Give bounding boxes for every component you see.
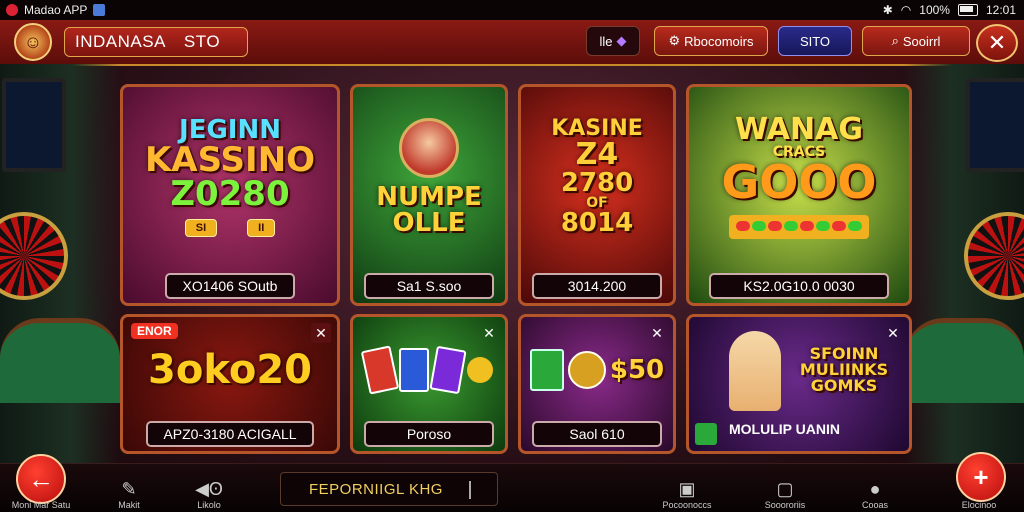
bottom-search-field[interactable]: FEPORNIIGL KHG — [280, 472, 498, 506]
card-2-line-1: NUMPE — [376, 182, 482, 212]
game-card-7[interactable]: ✕ $50 Saol 610 — [518, 314, 676, 454]
add-button[interactable]: + — [956, 452, 1006, 502]
flag-icon: ◀ʘ — [195, 479, 223, 499]
clock: 12:01 — [985, 3, 1016, 17]
bluetooth-icon: ✱ — [882, 3, 893, 17]
game-card-3[interactable]: KASINE Z4 2780 OF 8014 3014.200 — [518, 84, 676, 306]
slot-monitor-left — [2, 78, 66, 172]
character-avatar — [399, 118, 459, 178]
plus-icon: + — [973, 461, 989, 492]
bottom-search-value: FEPORNIIGL KHG — [309, 480, 443, 498]
chip-strip — [729, 215, 869, 239]
back-button[interactable]: ← — [16, 454, 66, 504]
game-card-6[interactable]: ✕ Poroso — [350, 314, 508, 454]
nav-item-1-label: Moni Mar Satu — [11, 500, 71, 510]
box-icon: ▢ — [776, 479, 794, 499]
card-1-label: XO1406 SOutb — [165, 273, 295, 299]
playing-card-icon — [429, 345, 467, 395]
casino-table-left — [0, 318, 120, 403]
nav-item-5-label: Sooororiis — [764, 500, 806, 510]
battery-icon — [957, 4, 978, 16]
search-button-label: Sooirrl — [902, 33, 941, 49]
battery-percent: 100% — [919, 3, 950, 17]
game-card-5[interactable]: ENOR ✕ 3oko20 APZ0-3180 ACIGALL — [120, 314, 340, 454]
app-title-suffix: STO — [183, 32, 221, 51]
coin-icon — [567, 351, 606, 389]
nav-item-3[interactable]: ◀ʘ Likolo — [174, 478, 244, 510]
card-8-line-3: GOMKS — [810, 376, 878, 395]
character-portrait — [729, 331, 781, 411]
close-icon: ✕ — [987, 30, 1007, 55]
card-8-label: MOLULIP UANIN — [729, 421, 840, 437]
search-icon: ⌕ — [891, 33, 899, 48]
status-bar: Madao APP ✱ ◠ 100% 12:01 — [0, 0, 1024, 20]
nav-item-2[interactable]: ✎ Makit — [94, 478, 164, 510]
arrow-left-icon: ← — [28, 463, 54, 494]
casino-table-right — [904, 318, 1024, 403]
app-title: INDANASA — [75, 32, 166, 51]
nav-item-5[interactable]: ▢ Sooororiis — [750, 478, 820, 510]
nav-item-7-label: Elocinoo — [961, 500, 997, 510]
header-button-1[interactable]: lle ◆ — [586, 26, 640, 56]
nav-item-6[interactable]: ● Cooas — [840, 478, 910, 510]
game-card-4[interactable]: WANAG CRACS GOOO KS2.0G10.0 0030 — [686, 84, 912, 306]
header-button-2[interactable]: ⚙ Rbocomoirs — [654, 26, 768, 56]
card-1-pill-2: II — [247, 219, 276, 237]
card-2-line-2: OLLE — [392, 208, 466, 238]
card-4-label: KS2.0G10.0 0030 — [709, 273, 889, 299]
header-button-3-label: SITO — [799, 33, 831, 49]
card-7-line-1: $50 — [609, 355, 665, 385]
status-app-name: Madao APP — [24, 3, 88, 17]
card-7-art: $50 — [521, 317, 673, 423]
card-5-label: APZ0-3180 ACIGALL — [146, 421, 314, 447]
gear-icon: ⚙ — [668, 33, 681, 48]
bag-icon: ▣ — [678, 479, 696, 499]
game-card-2[interactable]: NUMPE OLLE Sa1 S.soo — [350, 84, 508, 306]
app-notification-icon — [6, 4, 18, 16]
search-button[interactable]: ⌕ Sooirrl — [862, 26, 970, 56]
bill-icon — [529, 349, 564, 391]
nav-item-4-label: Pocoonoccs — [662, 500, 712, 510]
header-button-1-label: lle — [599, 33, 613, 49]
app-title-box: INDANASA STO — [64, 27, 248, 57]
app-logo[interactable]: ☺ — [14, 23, 52, 61]
gem-icon — [695, 423, 717, 445]
card-1-line-2: KASSINO — [144, 140, 316, 180]
card-7-label: Saol 610 — [532, 421, 662, 447]
wifi-icon: ◠ — [900, 3, 912, 17]
slot-monitor-right — [966, 78, 1024, 172]
playing-card-icon — [399, 348, 429, 392]
card-6-art — [353, 317, 505, 423]
chat-icon: ● — [869, 479, 881, 499]
card-4-line-3: GOOO — [721, 155, 877, 209]
text-cursor — [469, 481, 471, 499]
nav-item-6-label: Cooas — [861, 500, 888, 510]
card-2-label: Sa1 S.soo — [364, 273, 494, 299]
card-5-line-1: 3oko20 — [148, 347, 312, 393]
nav-item-7[interactable]: Elocinoo — [944, 500, 1014, 510]
diamond-icon: ◆ — [616, 33, 627, 48]
coin-icon — [467, 357, 493, 383]
close-button[interactable]: ✕ — [976, 24, 1018, 62]
card-1-pill-1: SI — [184, 219, 218, 237]
game-card-8[interactable]: ✕ SFOINN MULIINKS GOMKS MOLULIP UANIN — [686, 314, 912, 454]
card-3-line-2: Z4 — [575, 137, 619, 172]
nav-item-2-label: Makit — [118, 500, 140, 510]
megaphone-icon: ✎ — [121, 479, 137, 499]
card-3-line-3: 2780 — [560, 168, 634, 198]
card-6-label: Poroso — [364, 421, 494, 447]
card-3-line-5: 8014 — [560, 208, 634, 238]
card-4-line-1: WANAG — [735, 112, 863, 147]
nav-item-3-label: Likolo — [197, 500, 221, 510]
notification-square-icon — [93, 4, 106, 16]
header-button-3[interactable]: SITO — [778, 26, 852, 56]
nav-item-4[interactable]: ▣ Pocoonoccs — [652, 478, 722, 510]
card-3-label: 3014.200 — [532, 273, 662, 299]
header-button-2-label: Rbocomoirs — [684, 33, 754, 49]
nav-item-1[interactable]: Moni Mar Satu — [6, 500, 76, 510]
card-1-line-3: Z0280 — [170, 174, 290, 214]
playing-card-icon — [360, 345, 400, 395]
game-card-1[interactable]: JEGINN KASSINO Z0280 SI II XO1406 SOutb — [120, 84, 340, 306]
